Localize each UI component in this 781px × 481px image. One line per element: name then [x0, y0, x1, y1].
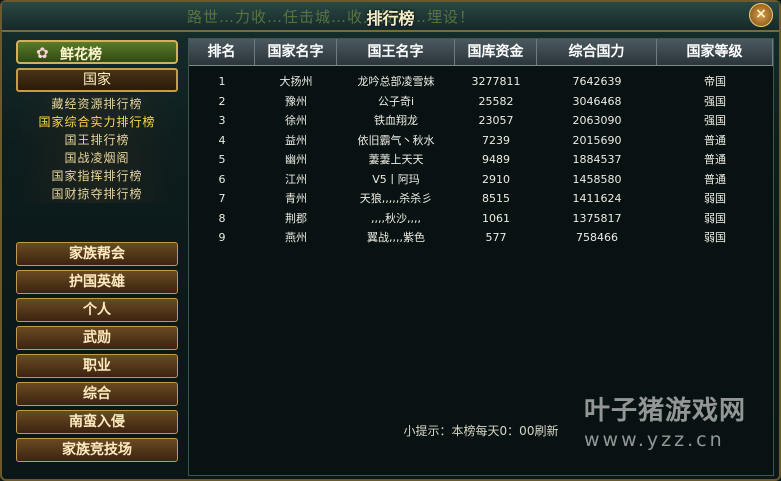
close-button[interactable]: ×: [749, 3, 773, 27]
table-cell: 大扬州: [279, 75, 313, 88]
menu-button-2[interactable]: 个人: [16, 298, 178, 322]
table-cell: 幽州: [285, 153, 307, 166]
table-row[interactable]: 8 荆郡 ,,,,秋沙,,,, 1061 1375817 弱国: [189, 209, 773, 229]
table-cell: 1375817: [572, 211, 622, 225]
title-bar: 路世…力收…任击城…收人侵者…埋设！ 排行榜 ×: [2, 2, 779, 32]
table-cell: 普通: [704, 172, 726, 186]
table-cell: 25582: [478, 94, 514, 108]
table-cell: 公子奇i: [377, 94, 415, 108]
column-header-2: 国王名字: [337, 39, 455, 65]
rose-icon: ✿: [36, 44, 49, 62]
table-cell: 23057: [478, 114, 514, 127]
table-cell: 依旧霸气丶秋水: [357, 133, 435, 147]
table-cell: 9489: [482, 153, 510, 166]
watermark-line1: 叶子猪游戏网: [584, 396, 747, 426]
sub-item-0[interactable]: 藏经资源排行榜: [16, 95, 178, 113]
menu-button-7[interactable]: 家族竞技场: [16, 438, 178, 462]
table-cell: 燕州: [285, 231, 307, 244]
table-cell: 弱国: [704, 192, 726, 205]
table-cell: 帝国: [704, 75, 726, 88]
table-cell: 3046468: [572, 94, 622, 108]
table-row[interactable]: 6 江州 V5丨阿玛 2910 1458580 普通: [189, 170, 773, 190]
table-row[interactable]: 3 徐州 铁血翔龙 23057 2063090 强国: [189, 111, 773, 131]
table-cell: 1884537: [572, 153, 622, 166]
table-cell: 3: [218, 114, 226, 127]
table-row[interactable]: 7 青州 天狼,,,,,杀杀彡 8515 1411624 弱国: [189, 189, 773, 209]
table-cell: 5: [218, 153, 226, 166]
column-header-0: 排名: [189, 39, 255, 65]
watermark: 叶子猪游戏网 www.yzz.cn: [584, 390, 746, 451]
table-cell: 6: [218, 172, 226, 186]
table-row[interactable]: 1 大扬州 龙吟总部凌雪妹 3277811 7642639 帝国: [189, 72, 773, 92]
sub-item-5[interactable]: 国财掠夺排行榜: [16, 185, 178, 203]
table-cell: 8: [218, 211, 226, 225]
table-cell: 2: [218, 94, 226, 108]
menu-button-0[interactable]: 家族帮会: [16, 242, 178, 266]
table-cell: 青州: [285, 192, 307, 205]
table-cell: 铁血翔龙: [374, 114, 418, 127]
table-cell: 江州: [285, 172, 307, 186]
menu-button-4[interactable]: 职业: [16, 354, 178, 378]
table-row[interactable]: 2 豫州 公子奇i 25582 3046468 强国: [189, 92, 773, 112]
ranking-window: 路世…力收…任击城…收人侵者…埋设！ 排行榜 × ✿ 鲜花榜 国家 藏经资源排行…: [0, 0, 781, 481]
sub-item-1[interactable]: 国家综合实力排行榜: [16, 113, 178, 131]
table-cell: 豫州: [285, 94, 307, 108]
sidebar: ✿ 鲜花榜 国家 藏经资源排行榜 国家综合实力排行榜 国王排行榜 国战凌烟阁 国家指挥排…: [12, 36, 184, 473]
table-header: 排名 国家名字 国王名字 国库资金 综合国力 国家等级: [189, 39, 773, 66]
menu-button-1[interactable]: 护国英雄: [16, 270, 178, 294]
flower-ranking-button[interactable]: ✿ 鲜花榜: [16, 40, 178, 64]
table-cell: 3277811: [471, 75, 521, 88]
table-cell: 萋萋上天天: [368, 153, 424, 166]
table-cell: 龙吟总部凌雪妹: [357, 75, 435, 88]
window-title: 排行榜: [366, 9, 415, 28]
table-cell: 益州: [285, 133, 307, 147]
table-cell: 1: [218, 75, 226, 88]
column-header-5: 国家等级: [657, 39, 773, 65]
sub-item-4[interactable]: 国家指挥排行榜: [16, 167, 178, 185]
table-cell: 2063090: [572, 114, 622, 127]
table-cell: 荆郡: [285, 211, 307, 225]
country-sub-list: 藏经资源排行榜 国家综合实力排行榜 国王排行榜 国战凌烟阁 国家指挥排行榜 国财掠夺排行榜: [16, 95, 178, 203]
table-cell: 1458580: [572, 172, 622, 186]
table-cell: 1061: [482, 211, 510, 225]
table-cell: 7: [218, 192, 226, 205]
table-cell: 普通: [704, 153, 726, 166]
table-cell: 2910: [482, 172, 510, 186]
sub-item-3[interactable]: 国战凌烟阁: [16, 149, 178, 167]
menu-button-3[interactable]: 武勋: [16, 326, 178, 350]
column-header-3: 国库资金: [455, 39, 537, 65]
table-cell: 强国: [704, 114, 726, 127]
sidebar-menu: 家族帮会护国英雄个人武勋职业综合南蛮入侵家族竞技场: [16, 242, 178, 466]
table-row[interactable]: 4 益州 依旧霸气丶秋水 7239 2015690 普通: [189, 131, 773, 151]
table-cell: 强国: [704, 94, 726, 108]
table-cell: 普通: [704, 133, 726, 147]
table-cell: 弱国: [704, 211, 726, 225]
table-cell: 8515: [482, 192, 510, 205]
watermark-line2: www.yzz.cn: [584, 429, 725, 451]
flower-ranking-label: 鲜花榜: [60, 47, 102, 63]
table-cell: 弱国: [704, 231, 726, 244]
table-cell: 天狼,,,,,杀杀彡: [359, 192, 433, 205]
table-cell: 7239: [482, 133, 510, 147]
table-cell: 2015690: [572, 133, 622, 147]
table-row[interactable]: 9 燕州 翼战,,,,紫色 577 758466 弱国: [189, 228, 773, 248]
table-cell: 徐州: [285, 114, 307, 127]
table-cell: 9: [218, 231, 226, 244]
column-header-4: 综合国力: [537, 39, 657, 65]
column-header-1: 国家名字: [255, 39, 337, 65]
category-country[interactable]: 国家: [16, 68, 178, 92]
sub-item-2[interactable]: 国王排行榜: [16, 131, 178, 149]
table-cell: 577: [485, 231, 507, 244]
table-cell: 7642639: [572, 75, 622, 88]
table-cell: 4: [218, 133, 226, 147]
menu-button-6[interactable]: 南蛮入侵: [16, 410, 178, 434]
table-cell: 758466: [576, 231, 618, 244]
menu-button-5[interactable]: 综合: [16, 382, 178, 406]
table-cell: ,,,,秋沙,,,,: [371, 211, 421, 225]
table-row[interactable]: 5 幽州 萋萋上天天 9489 1884537 普通: [189, 150, 773, 170]
table-body: 1 大扬州 龙吟总部凌雪妹 3277811 7642639 帝国 2 豫州 公子奇i 25582 3…: [189, 72, 773, 248]
table-cell: 1411624: [572, 192, 622, 205]
table-cell: 翼战,,,,紫色: [367, 231, 425, 244]
table-cell: V5丨阿玛: [372, 172, 420, 186]
